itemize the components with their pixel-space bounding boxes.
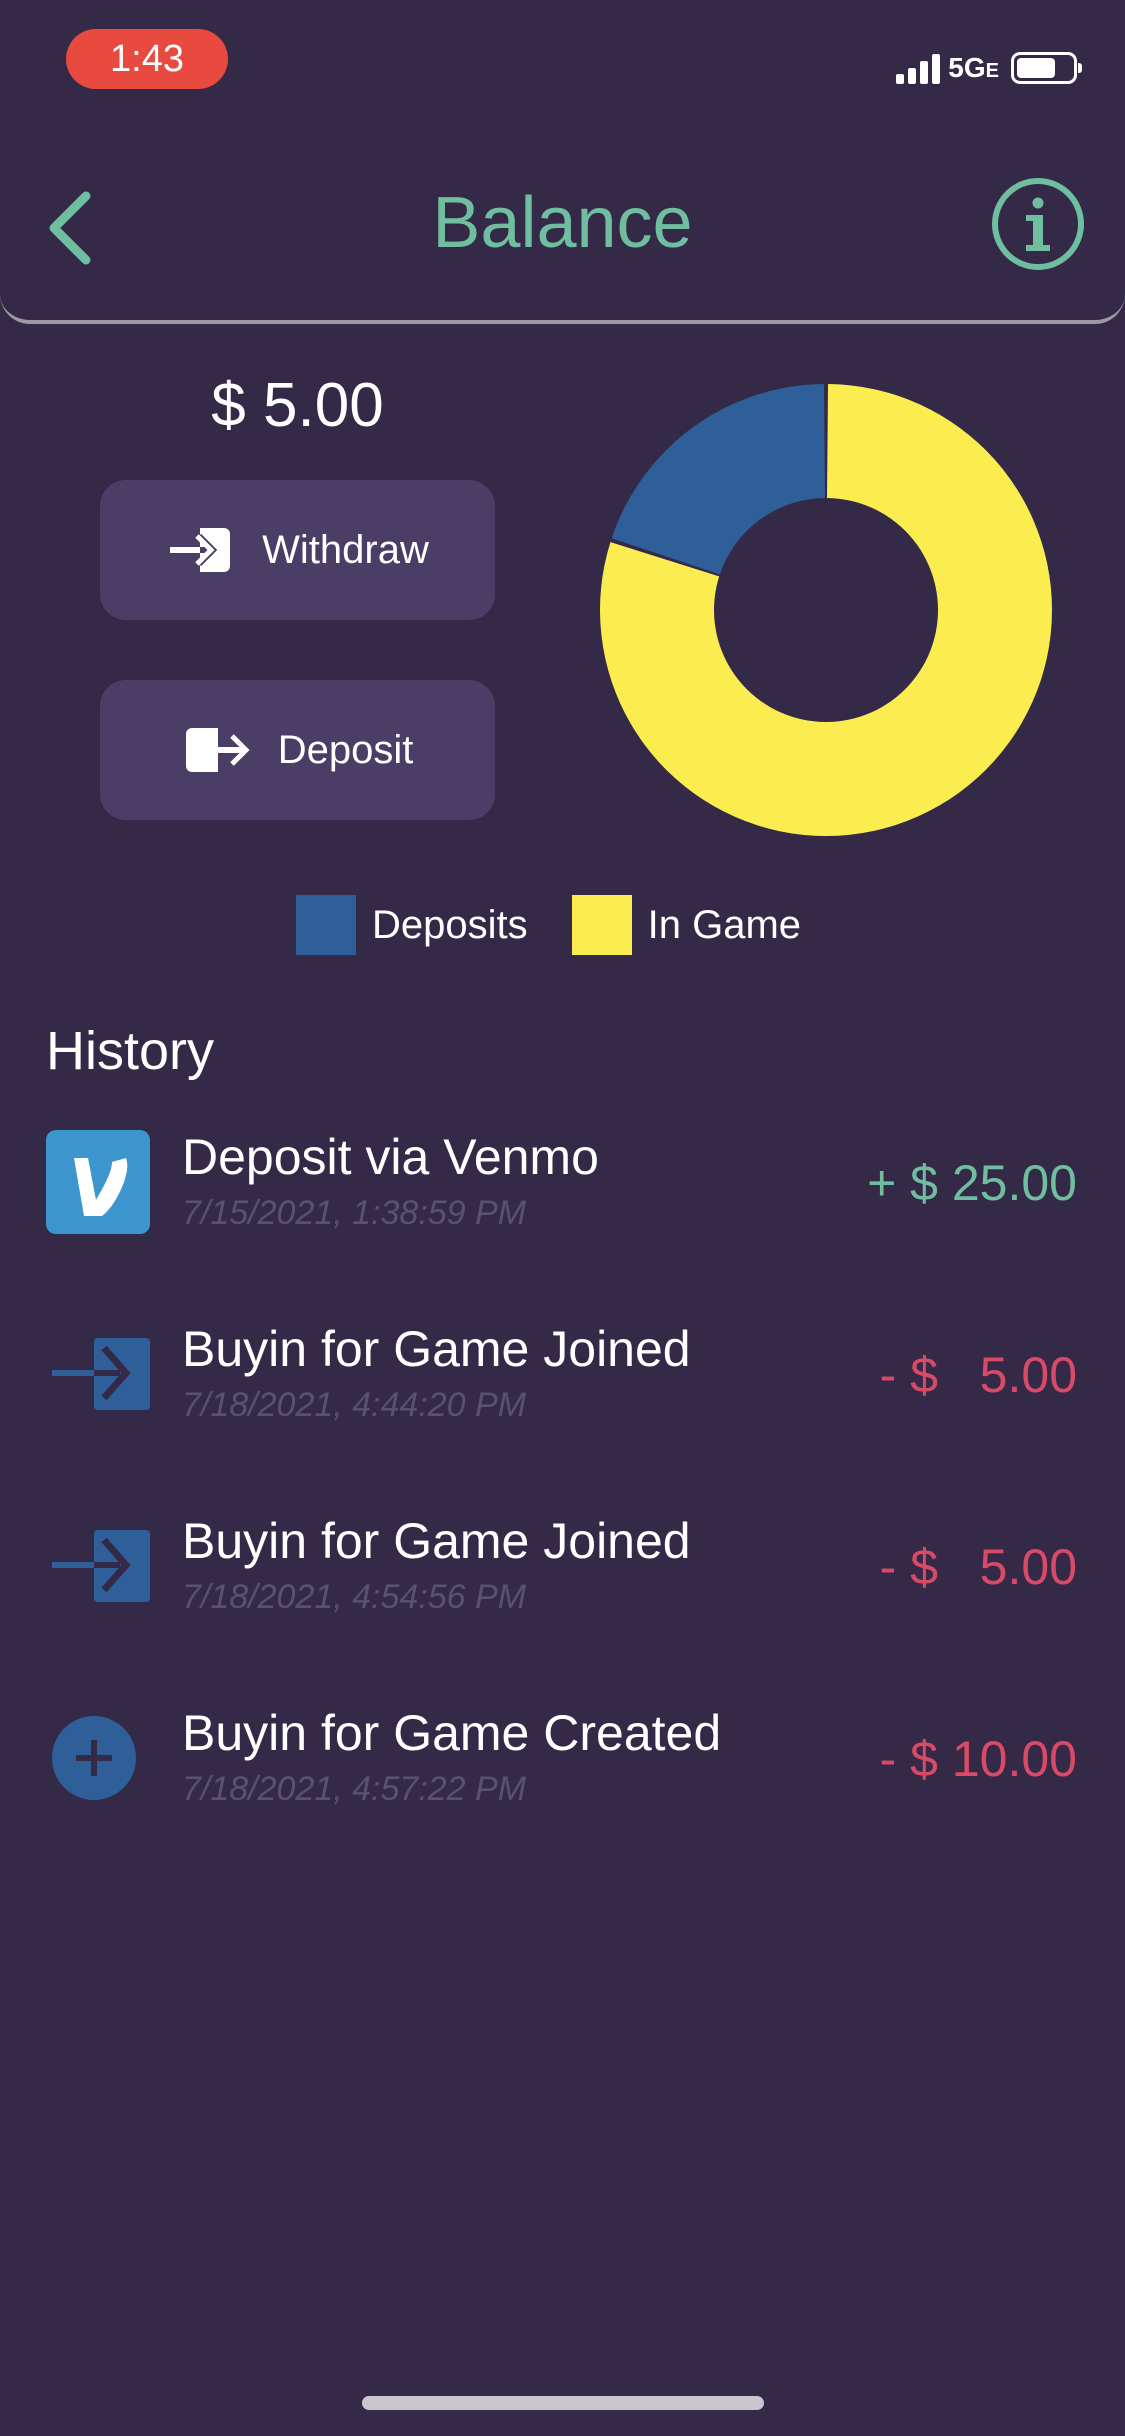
balance-amount: $ 5.00 [211,371,384,440]
legend-label-ingame: In Game [647,902,802,947]
sign-in-icon [170,528,231,572]
page-title: Balance [432,183,693,263]
home-indicator[interactable] [362,2396,764,2410]
history-row[interactable]: Deposit via Venmo 7/15/2021, 1:38:59 PM … [0,1128,1125,1278]
history-item-date: 7/18/2021, 4:57:22 PM [182,1770,527,1808]
history-item-title: Deposit via Venmo [182,1129,599,1185]
history-heading: History [46,1021,215,1081]
chart-legend: Deposits In Game [296,895,845,955]
history-item-title: Buyin for Game Joined [182,1321,691,1377]
legend-item-ingame: In Game [571,895,802,955]
history-item-amount: - $ 5.00 [879,1539,1077,1595]
cellular-signal-icon [896,52,941,84]
info-circle-icon [992,178,1084,270]
donut-slice-deposits [611,384,825,575]
deposit-button[interactable]: Deposit [100,680,495,820]
header-bar: Balance [0,140,1125,324]
battery-icon [1011,52,1082,84]
history-item-date: 7/15/2021, 1:38:59 PM [182,1194,527,1232]
history-item-amount: - $ 10.00 [879,1731,1077,1787]
status-time: 1:43 [66,29,228,89]
history-item-date: 7/18/2021, 4:54:56 PM [182,1578,527,1616]
sign-in-icon [52,1530,150,1602]
withdraw-button[interactable]: Withdraw [100,480,495,620]
sign-out-icon [185,728,250,772]
history-row[interactable]: Buyin for Game Created 7/18/2021, 4:57:2… [0,1704,1125,1854]
sign-in-icon [52,1338,150,1410]
plus-circle-icon [52,1716,136,1800]
history-row[interactable]: Buyin for Game Joined 7/18/2021, 4:44:20… [0,1320,1125,1470]
status-indicators: 5GE [896,48,1082,88]
history-item-title: Buyin for Game Joined [182,1513,691,1569]
balance-donut-chart [600,384,1052,836]
history-item-date: 7/18/2021, 4:44:20 PM [182,1386,527,1424]
info-button[interactable] [990,176,1086,272]
history-item-title: Buyin for Game Created [182,1705,722,1761]
history-item-amount: - $ 5.00 [879,1347,1077,1403]
network-type: 5GE [948,52,999,83]
legend-swatch-deposits [296,895,356,955]
history-row[interactable]: Buyin for Game Joined 7/18/2021, 4:54:56… [0,1512,1125,1662]
venmo-icon [46,1130,150,1234]
history-item-amount: + $ 25.00 [867,1155,1077,1211]
legend-item-deposits: Deposits [296,895,528,955]
withdraw-label: Withdraw [262,527,429,572]
legend-label-deposits: Deposits [372,902,528,947]
deposit-label: Deposit [277,727,414,772]
legend-swatch-ingame [571,895,632,955]
